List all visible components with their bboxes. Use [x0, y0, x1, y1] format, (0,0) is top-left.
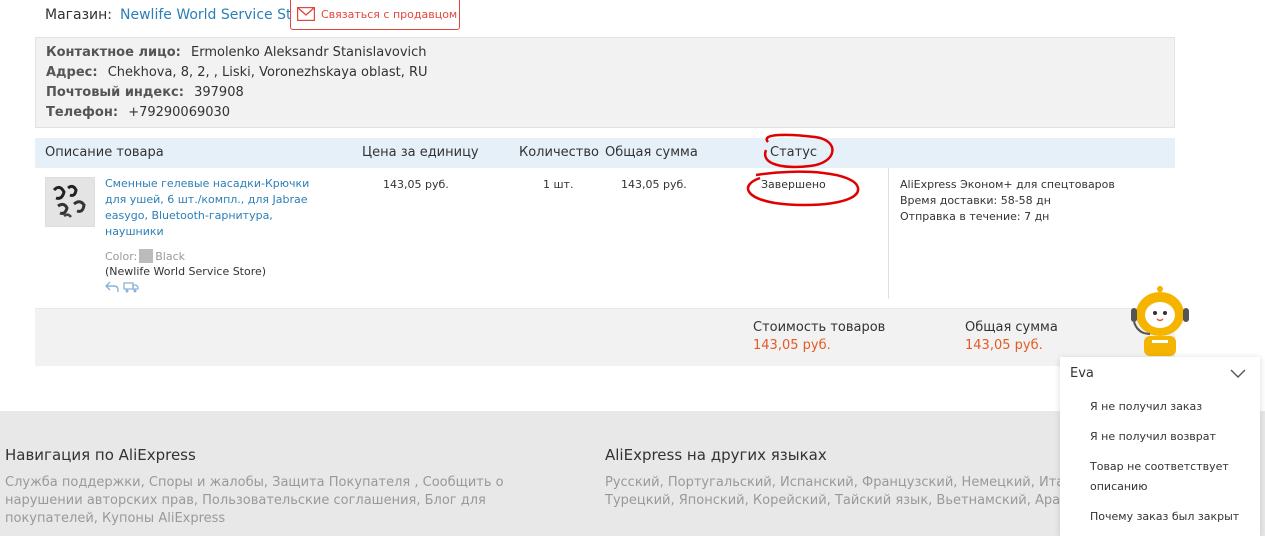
store-row: Магазин: Newlife World Service Store: [45, 0, 314, 30]
address-line: Адрес: Chekhova, 8, 2, , Liski, Voronezh…: [46, 63, 1164, 83]
assistant-panel: Eva Я не получил заказ Я не получил возв…: [1060, 357, 1260, 536]
footer-lang-links-2[interactable]: Турецкий, Японский, Корейский, Тайский я…: [605, 492, 1083, 510]
assistant-name: Eva: [1070, 366, 1094, 381]
zip-value: 397908: [194, 85, 244, 100]
address-label: Адрес:: [46, 65, 98, 80]
unit-price: 143,05 руб.: [383, 178, 449, 191]
product-actions: [105, 281, 139, 293]
header-unit-price: Цена за единицу: [362, 145, 479, 160]
product-store: (Newlife World Service Store): [105, 265, 267, 278]
delivery-time: Время доставки: 58-58 дн: [900, 194, 1051, 207]
phone-value: +79290069030: [128, 105, 231, 120]
shipping-method: AliExpress Эконом+ для спецтоваров: [900, 178, 1115, 191]
contact-line: Контактное лицо: Ermolenko Aleksandr Sta…: [46, 43, 1164, 63]
header-description: Описание товара: [45, 145, 164, 160]
table-header: Описание товара Цена за единицу Количест…: [35, 138, 1175, 168]
header-quantity: Количество: [519, 145, 599, 160]
phone-label: Телефон:: [46, 105, 119, 120]
table-row: Сменные гелевые насадки-Крючки для ушей,…: [35, 168, 1175, 309]
header-status: Статус: [770, 145, 818, 160]
store-name-link[interactable]: Newlife World Service Store: [120, 7, 314, 23]
contact-label: Контактное лицо:: [46, 45, 181, 60]
footer-nav-links[interactable]: Служба поддержки, Споры и жалобы, Защита…: [5, 474, 565, 528]
store-label: Магазин:: [45, 7, 113, 23]
contact-value: Ermolenko Aleksandr Stanislavovich: [191, 45, 427, 60]
product-name-link[interactable]: Сменные гелевые насадки-Крючки для ушей,…: [105, 176, 320, 240]
dispatch-time: Отправка в течение: 7 дн: [900, 210, 1050, 223]
mail-icon: [297, 7, 315, 21]
address-value: Chekhova, 8, 2, , Liski, Voronezhskaya o…: [107, 65, 428, 80]
assistant-item-not-received[interactable]: Я не получил заказ: [1090, 397, 1202, 417]
shipping-info: AliExpress Эконом+ для спецтоваров Время…: [888, 168, 1115, 299]
color-value: Black: [155, 249, 185, 263]
return-icon[interactable]: [105, 281, 119, 293]
truck-icon[interactable]: [123, 281, 139, 293]
earhook-image-icon: [46, 178, 94, 226]
grand-total-value: 143,05 руб.: [965, 338, 1043, 353]
header-total: Общая сумма: [605, 145, 698, 160]
row-total: 143,05 руб.: [621, 178, 687, 191]
color-swatch-icon: [139, 249, 154, 263]
footer-lang-title: AliExpress на других языках: [605, 446, 827, 464]
goods-cost-label: Стоимость товаров: [753, 320, 886, 335]
grand-total-label: Общая сумма: [965, 320, 1058, 335]
goods-cost-value: 143,05 руб.: [753, 338, 831, 353]
footer-nav-title: Навигация по AliExpress: [5, 446, 196, 464]
address-box: Контактное лицо: Ermolenko Aleksandr Sta…: [35, 37, 1175, 128]
contact-seller-label: Связаться с продавцом: [321, 7, 458, 21]
assistant-item-no-refund[interactable]: Я не получил возврат: [1090, 427, 1216, 447]
zip-line: Почтовый индекс: 397908: [46, 83, 1164, 103]
color-label: Color:: [105, 249, 138, 263]
product-color: Color: Black: [105, 249, 185, 263]
zip-label: Почтовый индекс:: [46, 85, 184, 100]
order-status: Завершено: [761, 178, 826, 191]
footer-lang-links-1[interactable]: Русский, Португальский, Испанский, Франц…: [605, 474, 1097, 492]
assistant-item-why-closed[interactable]: Почему заказ был закрыт: [1090, 507, 1239, 527]
quantity: 1 шт.: [543, 178, 574, 191]
chevron-down-icon[interactable]: [1230, 369, 1246, 378]
totals-bar: Стоимость товаров 143,05 руб. Общая сумм…: [35, 309, 1175, 366]
product-thumbnail[interactable]: [45, 177, 95, 227]
assistant-item-not-as-described[interactable]: Товар не соответствует описанию: [1090, 457, 1250, 497]
eva-robot-avatar[interactable]: [1128, 286, 1192, 356]
phone-line: Телефон: +79290069030: [46, 103, 1164, 123]
contact-seller-button[interactable]: Связаться с продавцом: [290, 0, 460, 30]
